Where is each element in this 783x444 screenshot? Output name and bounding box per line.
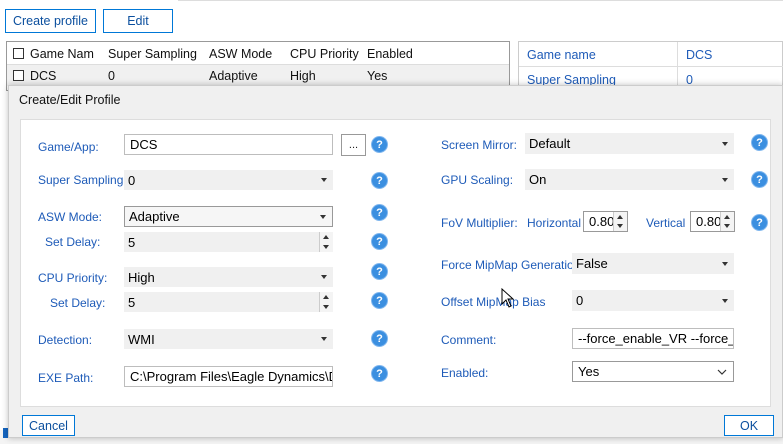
cpu-set-delay-label: Set Delay: bbox=[50, 296, 106, 310]
fov-multiplier-label: FoV Multiplier: bbox=[441, 216, 518, 230]
details-row-divider bbox=[519, 66, 783, 67]
exe-path-input[interactable]: C:\Program Files\Eagle Dynamics\DC bbox=[124, 366, 333, 387]
asw-delay-help-icon[interactable]: ? bbox=[371, 233, 388, 250]
toolbar-divider bbox=[178, 0, 783, 1]
grid-header-row: Game Nam Super Sampling ASW Mode CPU Pri… bbox=[7, 42, 509, 65]
create-profile-button[interactable]: Create profile bbox=[5, 9, 96, 33]
super-sampling-label: Super Sampling: bbox=[38, 173, 127, 187]
cpu-delay-value: 5 bbox=[128, 294, 136, 310]
enabled-select[interactable]: Yes bbox=[572, 361, 734, 382]
force-mipmap-select[interactable]: False bbox=[572, 253, 734, 274]
cpu-priority-help-icon[interactable]: ? bbox=[371, 263, 388, 280]
detection-help-icon[interactable]: ? bbox=[371, 330, 388, 347]
cell-game: DCS bbox=[30, 69, 57, 83]
details-key-game-name: Game name bbox=[527, 48, 596, 62]
asw-mode-label: ASW Mode: bbox=[38, 210, 103, 224]
fov-vertical-stepper[interactable]: 0.80 bbox=[690, 211, 735, 232]
fov-multiplier-help-icon[interactable]: ? bbox=[751, 214, 768, 231]
exe-path-label: EXE Path: bbox=[38, 371, 94, 385]
game-app-label: Game/App: bbox=[38, 140, 99, 154]
select-all-checkbox[interactable] bbox=[13, 48, 24, 59]
asw-set-delay-label: Set Delay: bbox=[45, 235, 101, 249]
cpu-priority-select[interactable]: High bbox=[124, 267, 333, 287]
cpu-priority-label: CPU Priority: bbox=[38, 271, 108, 285]
detection-value: WMI bbox=[128, 331, 155, 347]
details-value-game-name: DCS bbox=[686, 48, 713, 62]
column-header-enabled[interactable]: Enabled bbox=[367, 47, 413, 61]
column-header-super-sampling[interactable]: Super Sampling bbox=[108, 47, 197, 61]
mouse-cursor-icon bbox=[501, 288, 515, 308]
details-grid: Game name DCS Super Sampling 0 bbox=[518, 41, 783, 92]
chevron-down-icon bbox=[321, 337, 327, 341]
cell-cpu-priority: High bbox=[290, 69, 316, 83]
chevron-down-icon bbox=[722, 141, 728, 146]
detection-select[interactable]: WMI bbox=[124, 329, 333, 349]
offset-mipmap-label: Offset MipMap Bias bbox=[441, 295, 546, 309]
super-sampling-select[interactable]: 0 bbox=[124, 170, 333, 190]
super-sampling-help-icon[interactable]: ? bbox=[371, 172, 388, 189]
cell-enabled: Yes bbox=[367, 69, 388, 83]
cpu-delay-help-icon[interactable]: ? bbox=[371, 292, 388, 309]
cancel-button[interactable]: Cancel bbox=[22, 415, 75, 436]
comment-label: Comment: bbox=[441, 333, 497, 347]
chevron-down-icon bbox=[722, 261, 728, 266]
comment-input[interactable]: --force_enable_VR --force_C bbox=[572, 328, 734, 349]
fov-horizontal-stepper[interactable]: 0.80 bbox=[583, 211, 628, 232]
asw-mode-select[interactable]: Adaptive bbox=[124, 206, 333, 227]
fov-horizontal-spin-buttons[interactable] bbox=[613, 212, 627, 231]
enabled-label: Enabled: bbox=[441, 366, 489, 380]
row-checkbox[interactable] bbox=[13, 70, 24, 81]
force-mipmap-label: Force MipMap Generation bbox=[441, 258, 581, 272]
fov-vertical-value: 0.80 bbox=[696, 214, 722, 229]
fov-vertical-label: Vertical bbox=[646, 216, 686, 230]
ok-button[interactable]: OK bbox=[724, 415, 774, 436]
cpu-delay-spin-buttons[interactable] bbox=[319, 292, 333, 312]
gpu-scaling-help-icon[interactable]: ? bbox=[751, 171, 768, 188]
offset-mipmap-value: 0 bbox=[576, 293, 584, 308]
dialog-title: Create/Edit Profile bbox=[19, 93, 121, 107]
fov-vertical-spin-buttons[interactable] bbox=[720, 212, 734, 231]
fov-horizontal-value: 0.80 bbox=[589, 214, 615, 229]
enabled-value: Yes bbox=[578, 364, 600, 379]
game-app-input[interactable]: DCS bbox=[124, 134, 333, 155]
chevron-down-icon bbox=[321, 178, 327, 182]
cpu-delay-stepper[interactable]: 5 bbox=[124, 292, 333, 312]
chevron-down-icon bbox=[717, 369, 727, 375]
force-mipmap-value: False bbox=[576, 256, 608, 271]
screen-mirror-label: Screen Mirror: bbox=[441, 138, 518, 152]
table-row[interactable]: DCS 0 Adaptive High Yes bbox=[7, 65, 509, 86]
super-sampling-value: 0 bbox=[128, 172, 136, 188]
gpu-scaling-value: On bbox=[529, 172, 547, 187]
cell-super-sampling: 0 bbox=[108, 69, 115, 83]
asw-mode-value: Adaptive bbox=[129, 209, 180, 224]
cpu-priority-value: High bbox=[128, 269, 155, 285]
exe-path-help-icon[interactable]: ? bbox=[371, 365, 388, 382]
asw-mode-help-icon[interactable]: ? bbox=[371, 204, 388, 221]
column-header-asw-mode[interactable]: ASW Mode bbox=[209, 47, 272, 61]
gpu-scaling-select[interactable]: On bbox=[525, 169, 734, 190]
chevron-down-icon bbox=[321, 275, 327, 279]
screen-mirror-help-icon[interactable]: ? bbox=[751, 134, 768, 151]
column-header-game[interactable]: Game Nam bbox=[30, 47, 94, 61]
screen-mirror-value: Default bbox=[529, 136, 571, 151]
edit-button[interactable]: Edit bbox=[103, 9, 173, 33]
offset-mipmap-select[interactable]: 0 bbox=[572, 290, 734, 311]
asw-delay-value: 5 bbox=[128, 234, 136, 250]
screen-mirror-select[interactable]: Default bbox=[525, 133, 734, 154]
cell-asw-mode: Adaptive bbox=[209, 69, 258, 83]
game-app-help-icon[interactable]: ? bbox=[371, 136, 388, 153]
asw-delay-spin-buttons[interactable] bbox=[319, 232, 333, 252]
profile-grid: Game Nam Super Sampling ASW Mode CPU Pri… bbox=[6, 41, 510, 91]
detection-label: Detection: bbox=[38, 333, 93, 347]
column-header-cpu-priority[interactable]: CPU Priority bbox=[290, 47, 359, 61]
chevron-down-icon bbox=[722, 177, 728, 182]
chevron-down-icon bbox=[320, 214, 326, 219]
asw-delay-stepper[interactable]: 5 bbox=[124, 232, 333, 252]
browse-button[interactable]: ... bbox=[341, 134, 366, 156]
chevron-down-icon bbox=[722, 298, 728, 303]
fov-horizontal-label: Horizontal bbox=[527, 216, 582, 230]
gpu-scaling-label: GPU Scaling: bbox=[441, 173, 514, 187]
